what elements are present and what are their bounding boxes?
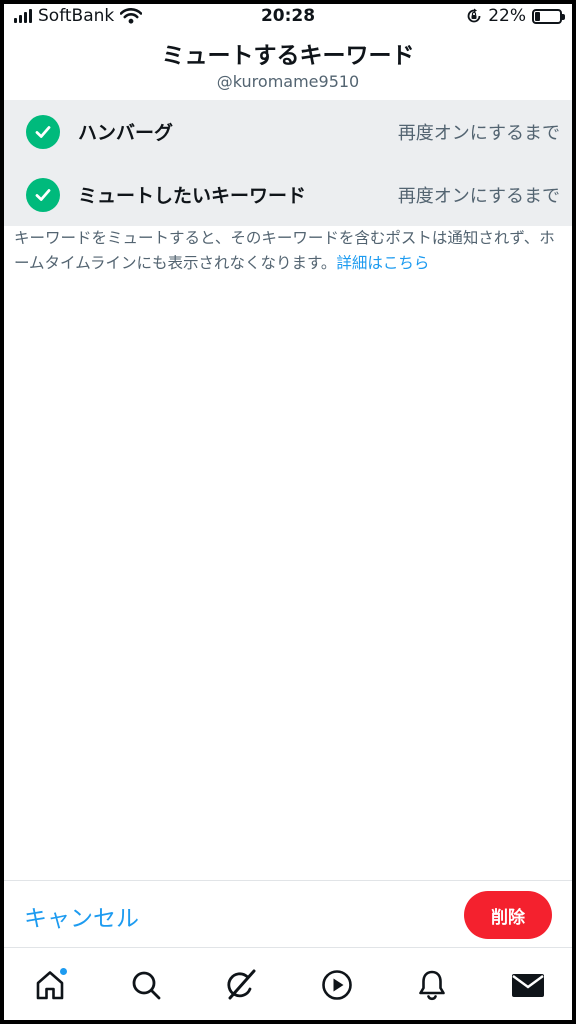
tab-messages[interactable] (506, 963, 550, 1007)
learn-more-link[interactable]: 詳細はこちら (336, 254, 429, 272)
tab-home[interactable] (28, 963, 72, 1007)
muted-keyword-row[interactable]: ミュートしたいキーワード 再度オンにするまで (4, 163, 572, 226)
tab-search[interactable] (124, 963, 168, 1007)
tab-grok[interactable] (219, 963, 263, 1007)
status-bar: SoftBank 20:28 22% (4, 4, 572, 30)
keyword-label: ミュートしたいキーワード (78, 185, 307, 207)
bottom-tab-bar (4, 949, 572, 1020)
messages-icon (511, 973, 544, 997)
battery-percent: 22% (488, 6, 526, 26)
tab-notifications[interactable] (410, 963, 454, 1007)
notifications-icon (419, 970, 446, 1000)
check-icon (26, 177, 60, 212)
action-bar: キャンセル 削除 (4, 880, 572, 948)
description-text: キーワードをミュートすると、そのキーワードを含むポストは通知されず、ホームタイム… (14, 229, 555, 272)
status-right: 22% (466, 6, 565, 26)
check-icon (26, 114, 60, 149)
mute-duration: 再度オンにするまで (397, 185, 560, 207)
mute-duration: 再度オンにするまで (397, 122, 560, 144)
muted-keyword-row[interactable]: ハンバーグ 再度オンにするまで (4, 100, 572, 163)
page-title: ミュートするキーワード (161, 43, 415, 69)
search-icon (132, 971, 160, 999)
tab-video[interactable] (315, 963, 359, 1007)
muted-keyword-list: ハンバーグ 再度オンにするまで ミュートしたいキーワード 再度オンにするまで (4, 100, 572, 226)
keyword-label: ハンバーグ (78, 122, 174, 144)
mute-description: キーワードをミュートすると、そのキーワードを含むポストは通知されず、ホームタイム… (14, 226, 562, 276)
delete-button[interactable]: 削除 (464, 891, 552, 939)
orientation-lock-icon (467, 8, 481, 23)
account-handle: @kuromame9510 (216, 72, 360, 91)
new-posts-dot (59, 966, 68, 976)
battery-icon (532, 8, 565, 24)
video-icon (321, 969, 352, 1000)
battery-level (535, 11, 541, 21)
app-screen: SoftBank 20:28 22% ミュートするキーワード @kuromame… (4, 4, 572, 1020)
cancel-button[interactable]: キャンセル (24, 899, 139, 933)
grok-icon (227, 969, 256, 999)
